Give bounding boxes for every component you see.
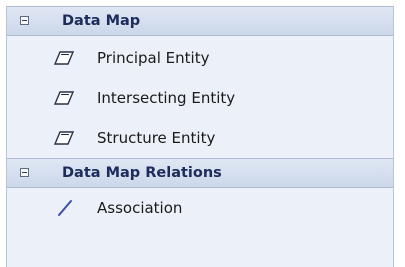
collapse-icon[interactable] bbox=[20, 168, 29, 177]
toolbox-panel: Data Map Principal Entity Intersecting E… bbox=[6, 6, 394, 267]
item-label: Association bbox=[97, 199, 183, 217]
entity-icon bbox=[54, 91, 74, 105]
group-body-data-map-relations: Association bbox=[7, 188, 393, 228]
group-header-data-map-relations[interactable]: Data Map Relations bbox=[7, 158, 393, 188]
group-title: Data Map bbox=[62, 13, 141, 29]
entity-icon bbox=[54, 51, 74, 65]
association-icon bbox=[58, 200, 72, 216]
toolbox-item-principal-entity[interactable]: Principal Entity bbox=[7, 38, 393, 78]
group-title: Data Map Relations bbox=[62, 165, 222, 181]
collapse-icon[interactable] bbox=[20, 16, 29, 25]
toolbox-item-association[interactable]: Association bbox=[7, 188, 393, 228]
entity-icon bbox=[54, 131, 74, 145]
toolbox-item-structure-entity[interactable]: Structure Entity bbox=[7, 118, 393, 158]
toolbox-item-intersecting-entity[interactable]: Intersecting Entity bbox=[7, 78, 393, 118]
item-label: Principal Entity bbox=[97, 49, 210, 67]
group-header-data-map[interactable]: Data Map bbox=[7, 6, 393, 36]
item-label: Intersecting Entity bbox=[97, 89, 236, 107]
group-body-data-map: Principal Entity Intersecting Entity Str… bbox=[7, 36, 393, 158]
item-label: Structure Entity bbox=[97, 129, 216, 147]
